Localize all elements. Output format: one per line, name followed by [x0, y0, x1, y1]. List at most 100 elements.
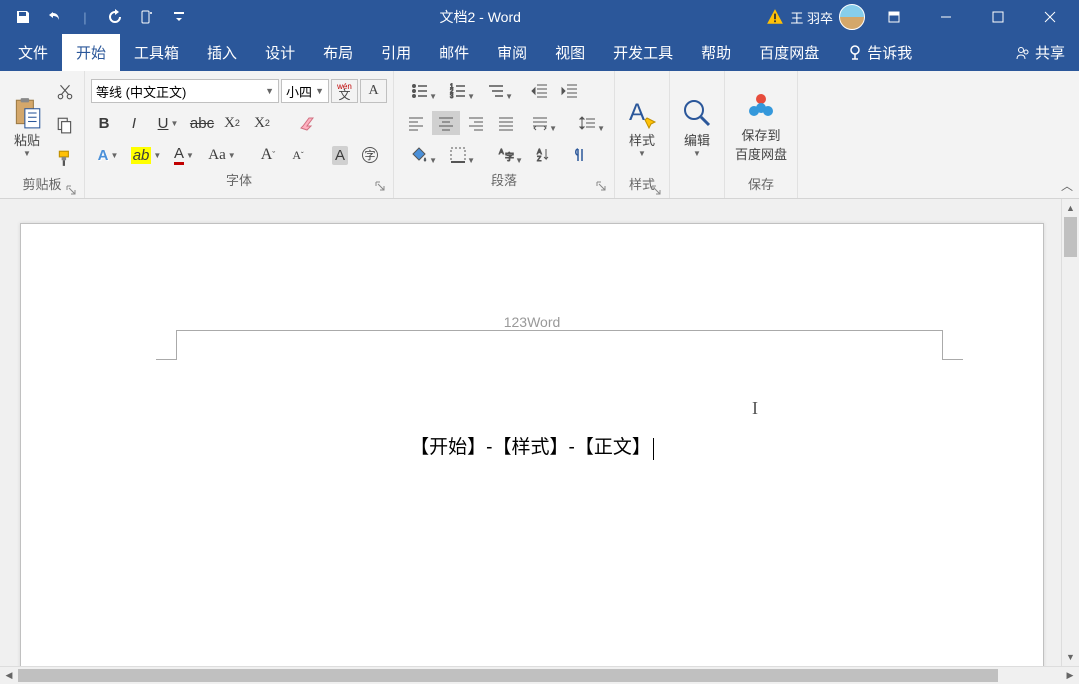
tab-mailings[interactable]: 邮件: [425, 34, 483, 71]
tab-layout[interactable]: 布局: [309, 34, 367, 71]
tab-references[interactable]: 引用: [367, 34, 425, 71]
header-text: 123Word: [21, 314, 1043, 330]
format-painter-icon[interactable]: [52, 145, 78, 171]
subscript-button[interactable]: X2: [219, 111, 245, 135]
svg-text:3: 3: [450, 94, 454, 100]
clear-format-icon[interactable]: [295, 111, 321, 135]
close-icon[interactable]: [1027, 2, 1073, 32]
user-name[interactable]: 王 羽卒: [790, 8, 833, 27]
tab-view[interactable]: 视图: [541, 34, 599, 71]
numbering-icon[interactable]: 123▼: [440, 79, 476, 103]
font-launcher-icon[interactable]: [373, 178, 387, 192]
editing-button[interactable]: 编辑 ▼: [674, 74, 720, 176]
svg-text:A: A: [499, 149, 504, 156]
styles-button[interactable]: A 样式 ▼: [619, 74, 665, 176]
superscript-button[interactable]: X2: [249, 111, 275, 135]
collapse-ribbon-icon[interactable]: ︿: [1061, 177, 1073, 194]
tab-file[interactable]: 文件: [4, 34, 62, 71]
ibeam-cursor-icon: I: [752, 398, 758, 419]
borders-icon[interactable]: ▼: [440, 143, 476, 167]
header-boundary: [176, 330, 943, 360]
increase-indent-icon[interactable]: [556, 79, 584, 103]
svg-text:A: A: [629, 99, 645, 126]
scroll-right-icon[interactable]: ▶: [1061, 667, 1079, 684]
group-styles: A 样式 ▼ 样式: [615, 71, 670, 198]
tab-share[interactable]: 共享: [1001, 34, 1079, 71]
align-center-icon[interactable]: [432, 111, 460, 135]
sort-icon[interactable]: AZ: [526, 143, 562, 167]
paste-button[interactable]: 粘贴 ▼: [4, 74, 50, 176]
horizontal-scrollbar[interactable]: ◀ ▶: [0, 666, 1079, 684]
shading-icon[interactable]: ▼: [402, 143, 438, 167]
highlight-icon[interactable]: ab▼: [129, 143, 163, 167]
hscroll-thumb[interactable]: [18, 669, 998, 682]
bullets-icon[interactable]: ▼: [402, 79, 438, 103]
paragraph-label: 段落: [398, 172, 610, 194]
window-title: 文档2 - Word: [194, 7, 766, 27]
tab-help[interactable]: 帮助: [687, 34, 745, 71]
italic-button[interactable]: I: [121, 111, 147, 135]
bold-button[interactable]: B: [91, 111, 117, 135]
touch-mode-icon[interactable]: [132, 3, 162, 31]
grow-font-icon[interactable]: Aˇ: [255, 143, 281, 167]
align-right-icon[interactable]: [462, 111, 490, 135]
undo-icon[interactable]: [40, 3, 70, 31]
font-color-icon[interactable]: A▼: [167, 143, 201, 167]
redo-icon[interactable]: [100, 3, 130, 31]
align-distribute-icon[interactable]: ▼: [522, 111, 558, 135]
decrease-indent-icon[interactable]: [526, 79, 554, 103]
save-baidu-button[interactable]: 保存到 百度网盘: [729, 74, 793, 176]
group-paragraph: ▼ 123▼ ▼ ▼ ▼ ▼ ▼ A字▼ AZ: [394, 71, 615, 198]
maximize-icon[interactable]: [975, 2, 1021, 32]
text-effects-icon[interactable]: A▼: [91, 143, 125, 167]
tab-design[interactable]: 设计: [251, 34, 309, 71]
hscroll-track[interactable]: [18, 667, 1061, 684]
qat-customize-icon[interactable]: [164, 3, 194, 31]
copy-icon[interactable]: [52, 112, 78, 138]
scroll-up-icon[interactable]: ▲: [1062, 199, 1079, 217]
document-area[interactable]: 123Word 【开始】-【样式】-【正文】 I: [0, 199, 1079, 666]
minimize-icon[interactable]: [923, 2, 969, 32]
scroll-left-icon[interactable]: ◀: [0, 667, 18, 684]
enclose-char-icon[interactable]: A: [327, 143, 353, 167]
circled-char-icon[interactable]: 字: [357, 143, 383, 167]
page[interactable]: 123Word 【开始】-【样式】-【正文】 I: [20, 223, 1044, 666]
body-text: 【开始】-【样式】-【正文】: [21, 432, 1043, 460]
tab-baidu[interactable]: 百度网盘: [745, 34, 833, 71]
tab-toolbox[interactable]: 工具箱: [120, 34, 193, 71]
svg-text:Z: Z: [537, 156, 542, 163]
multilevel-icon[interactable]: ▼: [478, 79, 514, 103]
vscroll-thumb[interactable]: [1064, 217, 1077, 257]
char-border-icon[interactable]: A: [360, 79, 387, 103]
tab-review[interactable]: 审阅: [483, 34, 541, 71]
tab-insert[interactable]: 插入: [193, 34, 251, 71]
title-bar: | 文档2 - Word 王 羽卒: [0, 0, 1079, 34]
paragraph-launcher-icon[interactable]: [594, 178, 608, 192]
shrink-font-icon[interactable]: Aˇ: [285, 143, 311, 167]
save-icon[interactable]: [8, 3, 38, 31]
tab-tell-me[interactable]: 告诉我: [833, 34, 926, 71]
ribbon-display-icon[interactable]: [871, 2, 917, 32]
font-name-combo[interactable]: 等线 (中文正文)▼: [91, 79, 279, 103]
phonetic-guide-icon[interactable]: wén文: [331, 79, 358, 103]
underline-button[interactable]: U▼: [151, 111, 185, 135]
styles-launcher-icon[interactable]: [649, 182, 663, 196]
char-shading-icon[interactable]: Aa▼: [205, 143, 239, 167]
group-editing: 编辑 ▼: [670, 71, 725, 198]
svg-text:字: 字: [505, 151, 514, 162]
vertical-scrollbar[interactable]: ▲ ▼: [1061, 199, 1079, 666]
font-size-combo[interactable]: 小四▼: [281, 79, 329, 103]
line-spacing-icon[interactable]: ▼: [570, 111, 606, 135]
tab-home[interactable]: 开始: [62, 34, 120, 71]
clipboard-launcher-icon[interactable]: [64, 182, 78, 196]
avatar[interactable]: [839, 4, 865, 30]
strikethrough-button[interactable]: abc: [189, 111, 215, 135]
align-left-icon[interactable]: [402, 111, 430, 135]
tab-developer[interactable]: 开发工具: [599, 34, 687, 71]
align-justify-icon[interactable]: [492, 111, 520, 135]
clipboard-label: 剪贴板: [4, 176, 80, 198]
scroll-down-icon[interactable]: ▼: [1062, 648, 1079, 666]
cut-icon[interactable]: [52, 79, 78, 105]
show-marks-icon[interactable]: [564, 143, 592, 167]
asian-layout-icon[interactable]: A字▼: [488, 143, 524, 167]
